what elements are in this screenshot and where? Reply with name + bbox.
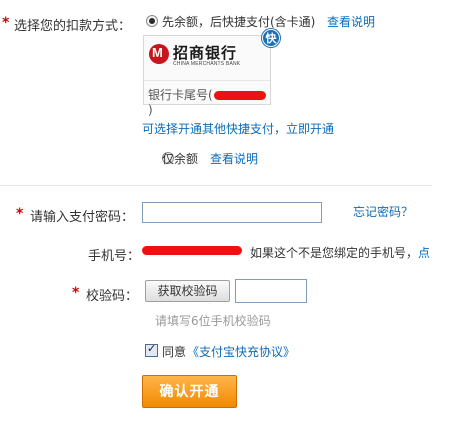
verify-code-label: 校验码： [86, 289, 139, 304]
phone-change-link[interactable]: 点 [418, 244, 430, 261]
help-link-quick[interactable]: 查看说明 [327, 13, 375, 30]
bank-emblem-icon [149, 44, 169, 64]
card-tail-prefix: 银行卡尾号( [148, 88, 213, 102]
confirm-open-button[interactable]: 确认开通 [142, 375, 237, 408]
password-label: 请输入支付密码： [30, 210, 135, 225]
verify-code-hint: 请填写6位手机校验码 [155, 314, 271, 328]
radio-balance-then-quick[interactable] [146, 15, 158, 27]
bank-card[interactable]: 招商银行 CHINA MERCHANTS BANK 银行卡尾号() [143, 35, 271, 117]
card-tail-number: 银行卡尾号() [148, 86, 270, 117]
card-divider [144, 80, 270, 81]
payment-method-label: 选择您的扣款方式： [14, 19, 132, 34]
open-other-quick-pay-link[interactable]: 可选择开通其他快捷支付，立即开通 [142, 120, 334, 137]
card-tail-suffix: ) [148, 103, 153, 117]
section-divider [0, 185, 432, 186]
required-mark: * [16, 206, 24, 222]
verify-code-input[interactable] [235, 279, 307, 303]
quick-pay-badge-icon: 快 [262, 29, 280, 47]
agreement-prefix: 同意 [162, 345, 187, 359]
phone-not-bound-text: 如果这个不是您绑定的手机号， [250, 246, 419, 260]
phone-label: 手机号： [88, 249, 141, 264]
option-balance-then-quick-label: 先余额，后快捷支付(含卡通) [162, 15, 316, 29]
help-link-balance[interactable]: 查看说明 [210, 150, 258, 167]
bank-name: 招商银行 [173, 44, 238, 62]
redaction-mark [213, 91, 266, 100]
forgot-password-link[interactable]: 忘记密码？ [353, 203, 413, 220]
option-balance-only-label: 仅余额 [162, 152, 199, 166]
redaction-mark [142, 246, 242, 255]
agreement-link[interactable]: 《支付宝快充协议》 [187, 343, 295, 360]
required-mark: * [2, 15, 10, 31]
agreement-checkbox[interactable] [145, 342, 158, 357]
required-mark: * [72, 285, 80, 301]
phone-number [142, 243, 242, 257]
bank-name-en: CHINA MERCHANTS BANK [173, 61, 241, 67]
password-input[interactable] [142, 202, 322, 223]
bank-logo: 招商银行 CHINA MERCHANTS BANK [149, 42, 267, 72]
get-verify-code-button[interactable]: 获取校验码 [145, 280, 230, 302]
